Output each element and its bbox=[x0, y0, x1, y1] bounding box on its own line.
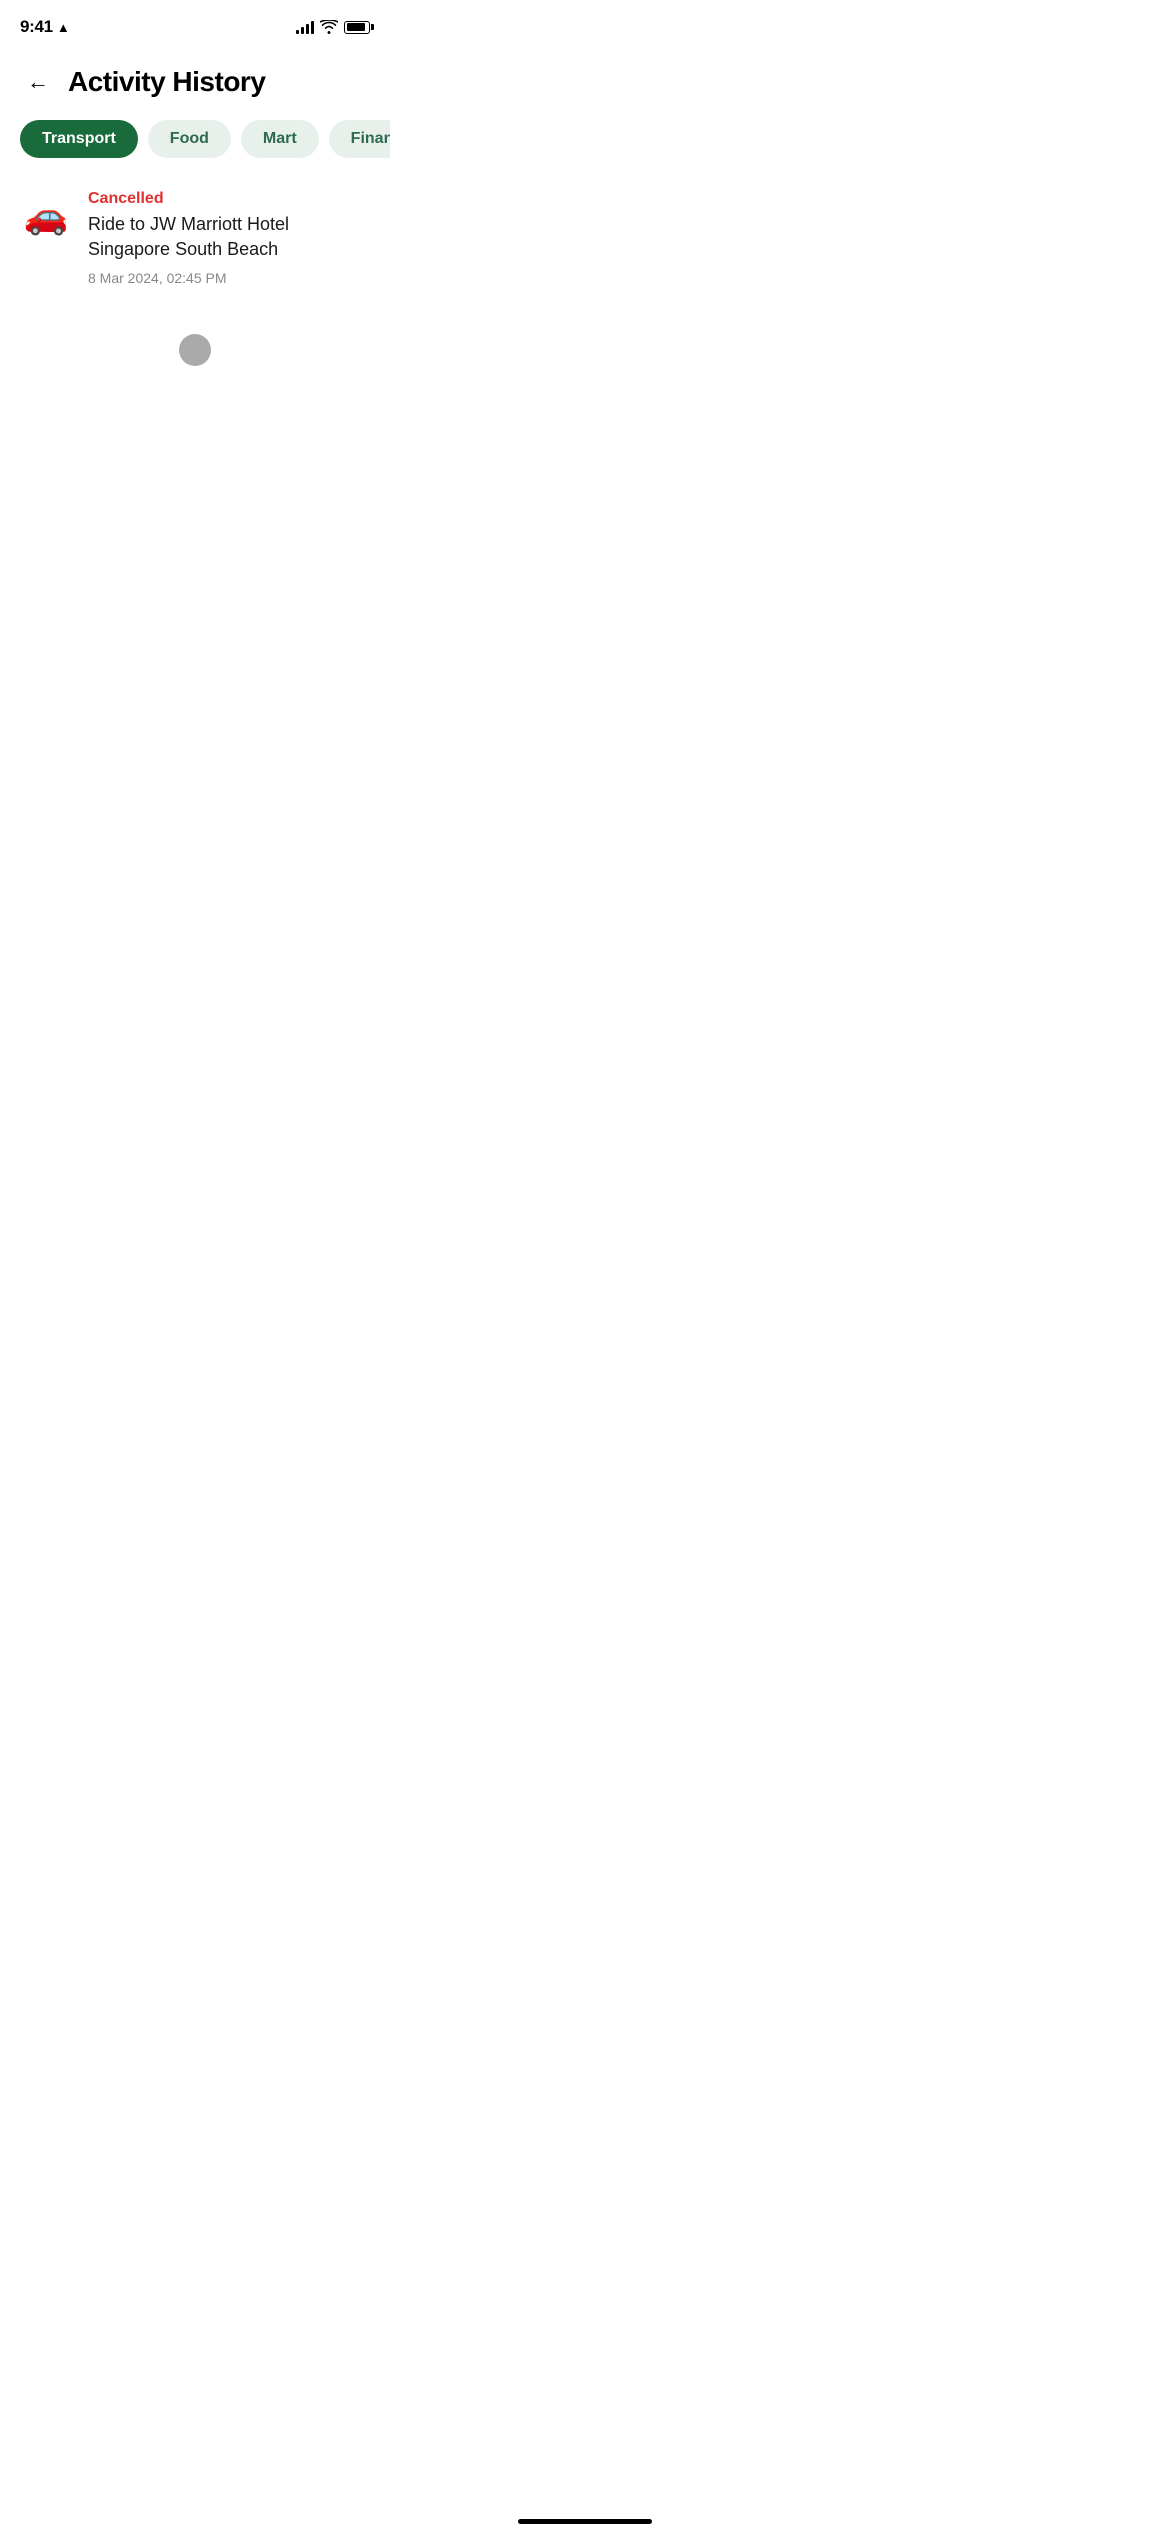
activity-details: Cancelled Ride to JW Marriott Hotel Sing… bbox=[88, 190, 370, 286]
home-indicator bbox=[518, 2519, 652, 2524]
tab-food[interactable]: Food bbox=[148, 120, 231, 158]
tab-finance[interactable]: Finance bbox=[329, 120, 390, 158]
activity-list: 🚗 Cancelled Ride to JW Marriott Hotel Si… bbox=[0, 182, 390, 294]
status-time: 9:41 bbox=[20, 17, 53, 37]
page-title: Activity History bbox=[68, 66, 265, 98]
back-arrow-icon: ← bbox=[27, 69, 49, 95]
status-icons bbox=[296, 20, 370, 34]
location-arrow-icon: ▲ bbox=[57, 20, 70, 35]
wifi-icon bbox=[320, 20, 338, 34]
tab-mart[interactable]: Mart bbox=[241, 120, 319, 158]
loading-indicator bbox=[179, 334, 211, 366]
status-badge: Cancelled bbox=[88, 190, 370, 208]
car-icon: 🚗 bbox=[20, 190, 72, 242]
status-bar: 9:41 ▲ bbox=[0, 0, 390, 48]
table-row[interactable]: 🚗 Cancelled Ride to JW Marriott Hotel Si… bbox=[20, 182, 370, 294]
filter-tabs: Transport Food Mart Finance E bbox=[0, 120, 390, 158]
header: ← Activity History bbox=[0, 48, 390, 120]
activity-date: 8 Mar 2024, 02:45 PM bbox=[88, 270, 370, 286]
battery-icon bbox=[344, 21, 370, 34]
back-button[interactable]: ← bbox=[20, 64, 56, 100]
signal-strength-icon bbox=[296, 20, 314, 34]
tab-transport[interactable]: Transport bbox=[20, 120, 138, 158]
activity-title: Ride to JW Marriott Hotel Singapore Sout… bbox=[88, 212, 370, 262]
